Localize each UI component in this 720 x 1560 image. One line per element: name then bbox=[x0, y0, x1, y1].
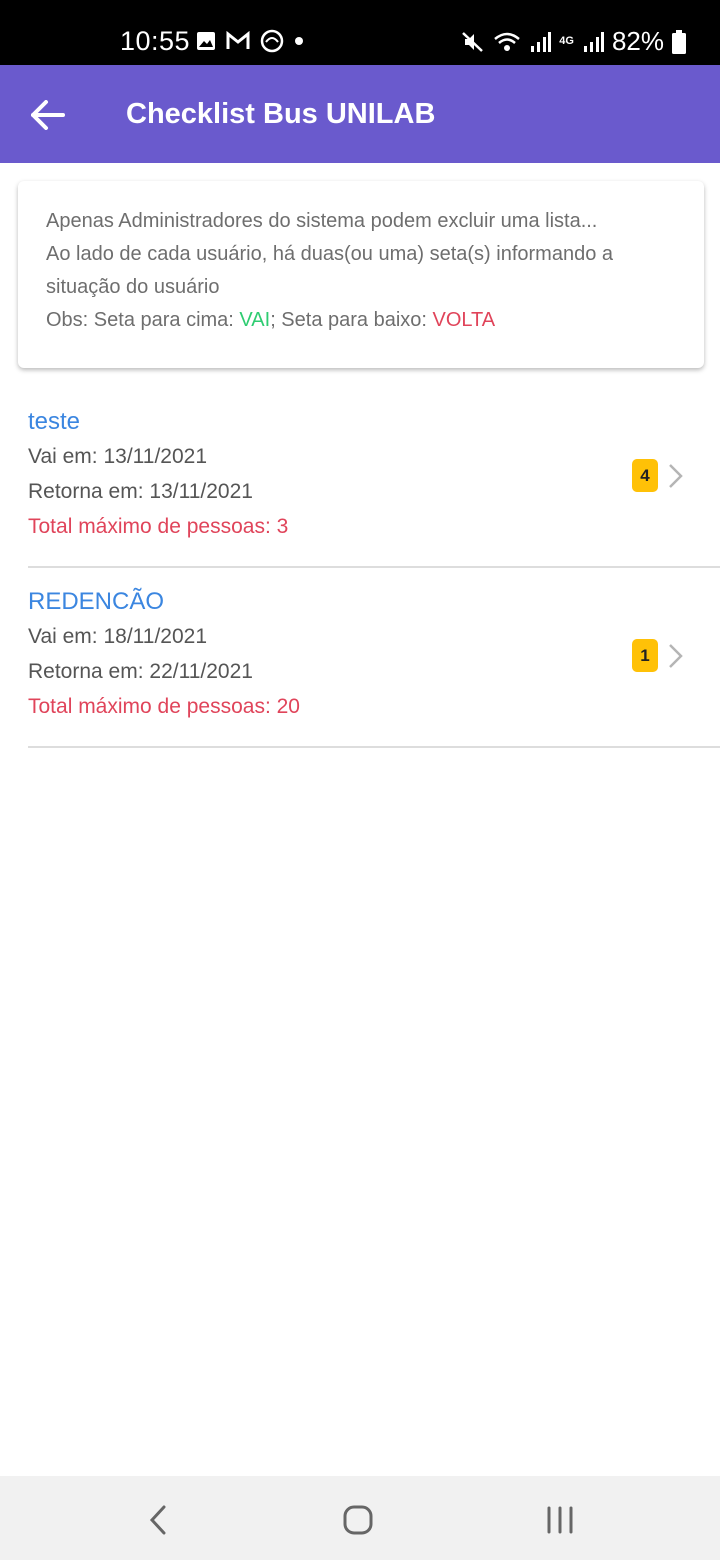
count-badge: 1 bbox=[632, 639, 658, 672]
trip-return: Retorna em: 13/11/2021 bbox=[28, 480, 253, 503]
battery-icon bbox=[672, 29, 686, 54]
info-obs-line: Obs: Seta para cima: VAI; Seta para baix… bbox=[46, 304, 676, 337]
status-time: 10:55 bbox=[120, 26, 191, 56]
trip-return: Retorna em: 22/11/2021 bbox=[28, 660, 253, 683]
chevron-right-icon bbox=[669, 464, 683, 488]
gmail-icon bbox=[226, 31, 250, 49]
image-icon bbox=[197, 32, 215, 50]
nav-home-button[interactable] bbox=[338, 1502, 378, 1538]
list-item[interactable]: teste Vai em: 13/11/2021 Retorna em: 13/… bbox=[28, 388, 720, 568]
back-button[interactable] bbox=[28, 95, 68, 135]
signal-icon-2 bbox=[583, 31, 604, 52]
chevron-right-icon bbox=[669, 644, 683, 668]
trip-list: teste Vai em: 13/11/2021 Retorna em: 13/… bbox=[28, 388, 720, 748]
page-title: Checklist Bus UNILAB bbox=[126, 98, 436, 130]
volta-label: VOLTA bbox=[432, 309, 496, 331]
nav-recents-button[interactable] bbox=[540, 1502, 580, 1538]
status-bar: 10:55 4G 82% bbox=[0, 0, 720, 65]
vai-label: VAI bbox=[239, 309, 271, 331]
trip-departure: Vai em: 13/11/2021 bbox=[28, 445, 208, 468]
nav-back-icon bbox=[149, 1505, 166, 1535]
trip-title: teste bbox=[28, 408, 81, 435]
info-card: Apenas Administradores do sistema podem … bbox=[18, 181, 704, 368]
obs-prefix: Obs: Seta para cima: bbox=[46, 309, 240, 331]
nav-back-button[interactable] bbox=[138, 1502, 178, 1538]
signal-icon bbox=[531, 31, 552, 52]
info-line-2: Ao lado de cada usuário, há duas(ou uma)… bbox=[46, 243, 614, 298]
mute-icon bbox=[462, 31, 484, 52]
nav-recents-icon bbox=[547, 1506, 573, 1534]
notification-icons bbox=[196, 29, 304, 53]
trip-max-people: Total máximo de pessoas: 20 bbox=[28, 695, 300, 718]
count-badge: 4 bbox=[632, 459, 658, 492]
wifi-icon bbox=[494, 32, 521, 51]
dot-icon bbox=[295, 37, 303, 45]
trip-departure: Vai em: 18/11/2021 bbox=[28, 625, 208, 648]
battery-percent: 82% bbox=[611, 26, 664, 56]
trip-title: REDENCÃO bbox=[28, 588, 165, 615]
info-line-1: Apenas Administradores do sistema podem … bbox=[46, 210, 598, 232]
trip-max-people: Total máximo de pessoas: 3 bbox=[28, 515, 289, 538]
network-type: 4G bbox=[559, 35, 574, 47]
sync-icon bbox=[260, 29, 284, 53]
arrow-back-icon bbox=[31, 100, 65, 130]
list-item[interactable]: REDENCÃO Vai em: 18/11/2021 Retorna em: … bbox=[28, 568, 720, 748]
nav-home-icon bbox=[343, 1505, 373, 1535]
system-nav-bar bbox=[0, 1476, 720, 1560]
app-bar: Checklist Bus UNILAB bbox=[0, 65, 720, 163]
system-icons: 4G 82% bbox=[461, 26, 686, 57]
obs-middle: ; Seta para baixo: bbox=[270, 309, 433, 331]
